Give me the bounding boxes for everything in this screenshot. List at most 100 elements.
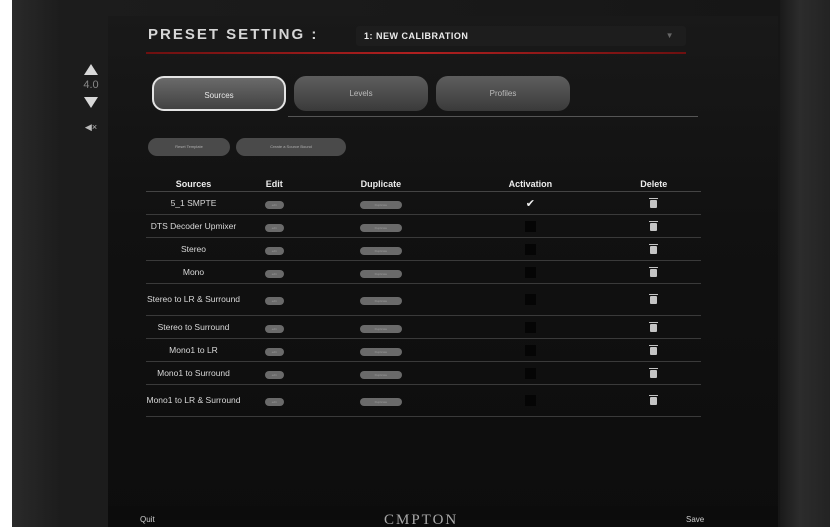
- edit-cell: edit: [241, 315, 308, 339]
- source-name: Stereo to LR & Surround: [146, 283, 241, 316]
- save-button[interactable]: Save: [686, 515, 704, 524]
- duplicate-button[interactable]: Duplicate: [359, 370, 402, 379]
- column-header-sources: Sources: [146, 177, 241, 192]
- duplicate-cell: Duplicate: [307, 361, 455, 385]
- delete-cell: [606, 260, 701, 284]
- activation-cell: [454, 315, 607, 339]
- quit-button[interactable]: Quit: [140, 515, 155, 524]
- table-row: Stereo to LR & Surround edit Duplicate: [146, 283, 701, 316]
- edit-button[interactable]: edit: [264, 398, 284, 406]
- activation-cell: [454, 237, 607, 261]
- edit-cell: edit: [241, 384, 308, 417]
- duplicate-button[interactable]: Duplicate: [359, 223, 402, 232]
- source-name: Stereo to Surround: [146, 315, 241, 339]
- reset-template-button[interactable]: Reset Template: [148, 138, 230, 156]
- edit-button[interactable]: edit: [264, 269, 284, 278]
- delete-cell: [606, 214, 701, 238]
- edit-cell: edit: [241, 191, 308, 215]
- edit-button[interactable]: edit: [264, 223, 284, 232]
- volume-down-icon[interactable]: [84, 97, 98, 108]
- duplicate-button[interactable]: Duplicate: [359, 269, 402, 278]
- table-row: Stereo to Surround edit Duplicate: [146, 315, 701, 339]
- source-name: Mono1 to LR & Surround: [146, 384, 241, 417]
- activation-cell: [454, 384, 607, 417]
- tab-levels[interactable]: Levels: [294, 76, 428, 111]
- activation-cell: [454, 283, 607, 316]
- duplicate-cell: Duplicate: [307, 214, 455, 238]
- trash-icon[interactable]: [649, 395, 659, 406]
- edit-cell: edit: [241, 283, 308, 316]
- duplicate-button[interactable]: Duplicate: [359, 200, 402, 209]
- activation-checkbox[interactable]: [524, 294, 536, 306]
- edit-button[interactable]: edit: [264, 246, 284, 255]
- volume-controls: 4.0 ◀×: [80, 64, 102, 133]
- preset-select[interactable]: 1: NEW CALIBRATION ▼: [356, 26, 686, 46]
- edit-cell: edit: [241, 214, 308, 238]
- tab-profiles[interactable]: Profiles: [436, 76, 570, 111]
- activation-checkbox[interactable]: [524, 220, 536, 232]
- delete-cell: [606, 338, 701, 362]
- activation-checkbox[interactable]: [524, 395, 536, 407]
- trash-icon[interactable]: [649, 344, 659, 355]
- edit-button[interactable]: edit: [264, 297, 284, 305]
- duplicate-button[interactable]: Duplicate: [359, 347, 402, 356]
- preset-setting-title: PRESET SETTING :: [148, 26, 319, 43]
- edit-button[interactable]: edit: [264, 200, 284, 209]
- delete-cell: [606, 237, 701, 261]
- duplicate-cell: Duplicate: [307, 237, 455, 261]
- trash-icon[interactable]: [649, 243, 659, 254]
- activation-checkbox[interactable]: [524, 367, 536, 379]
- duplicate-cell: Duplicate: [307, 338, 455, 362]
- table-row: Mono1 to LR edit Duplicate: [146, 338, 701, 362]
- edit-cell: edit: [241, 338, 308, 362]
- column-header-delete: Delete: [606, 177, 701, 192]
- edit-button[interactable]: edit: [264, 370, 284, 379]
- duplicate-button[interactable]: Duplicate: [359, 297, 402, 305]
- tab-sources[interactable]: Sources: [152, 76, 286, 111]
- volume-up-icon[interactable]: [84, 64, 98, 75]
- delete-cell: [606, 361, 701, 385]
- checkmark-icon[interactable]: ✔: [526, 198, 535, 210]
- header-divider: [146, 52, 686, 54]
- activation-checkbox[interactable]: [524, 266, 536, 278]
- source-name: Stereo: [146, 237, 241, 261]
- activation-checkbox[interactable]: [524, 344, 536, 356]
- edit-button[interactable]: edit: [264, 324, 284, 333]
- duplicate-cell: Duplicate: [307, 315, 455, 339]
- device-bezel-right: [780, 0, 830, 527]
- trash-icon[interactable]: [649, 321, 659, 332]
- table-row: Mono1 to Surround edit Duplicate: [146, 361, 701, 385]
- activation-cell: ✔: [454, 191, 607, 215]
- duplicate-button[interactable]: Duplicate: [359, 324, 402, 333]
- delete-cell: [606, 315, 701, 339]
- activation-cell: [454, 260, 607, 284]
- volume-level: 4.0: [83, 79, 99, 91]
- trash-icon[interactable]: [649, 197, 659, 208]
- preset-select-value: 1: NEW CALIBRATION: [364, 31, 469, 41]
- delete-cell: [606, 384, 701, 417]
- table-row: Mono1 to LR & Surround edit Duplicate: [146, 384, 701, 417]
- edit-button[interactable]: edit: [264, 347, 284, 356]
- duplicate-button[interactable]: Duplicate: [359, 398, 402, 406]
- delete-cell: [606, 283, 701, 316]
- source-name: DTS Decoder Upmixer: [146, 214, 241, 238]
- tabs-divider: [288, 116, 698, 117]
- trash-icon[interactable]: [649, 266, 659, 277]
- duplicate-button[interactable]: Duplicate: [359, 246, 402, 255]
- sources-table: Sources Edit Duplicate Activation Delete…: [146, 177, 701, 417]
- table-row: Mono edit Duplicate: [146, 260, 701, 284]
- table-row: 5_1 SMPTE edit Duplicate ✔: [146, 191, 701, 215]
- create-source-button[interactable]: Create a Source Bound: [236, 138, 346, 156]
- trash-icon[interactable]: [649, 367, 659, 378]
- table-row: DTS Decoder Upmixer edit Duplicate: [146, 214, 701, 238]
- duplicate-cell: Duplicate: [307, 384, 455, 417]
- activation-checkbox[interactable]: [524, 321, 536, 333]
- activation-checkbox[interactable]: [524, 243, 536, 255]
- source-name: Mono: [146, 260, 241, 284]
- trash-icon[interactable]: [649, 294, 659, 305]
- activation-cell: [454, 338, 607, 362]
- activation-cell: [454, 361, 607, 385]
- brand-logo: CMPTON: [384, 512, 459, 528]
- trash-icon[interactable]: [649, 220, 659, 231]
- mute-icon[interactable]: ◀×: [80, 122, 102, 133]
